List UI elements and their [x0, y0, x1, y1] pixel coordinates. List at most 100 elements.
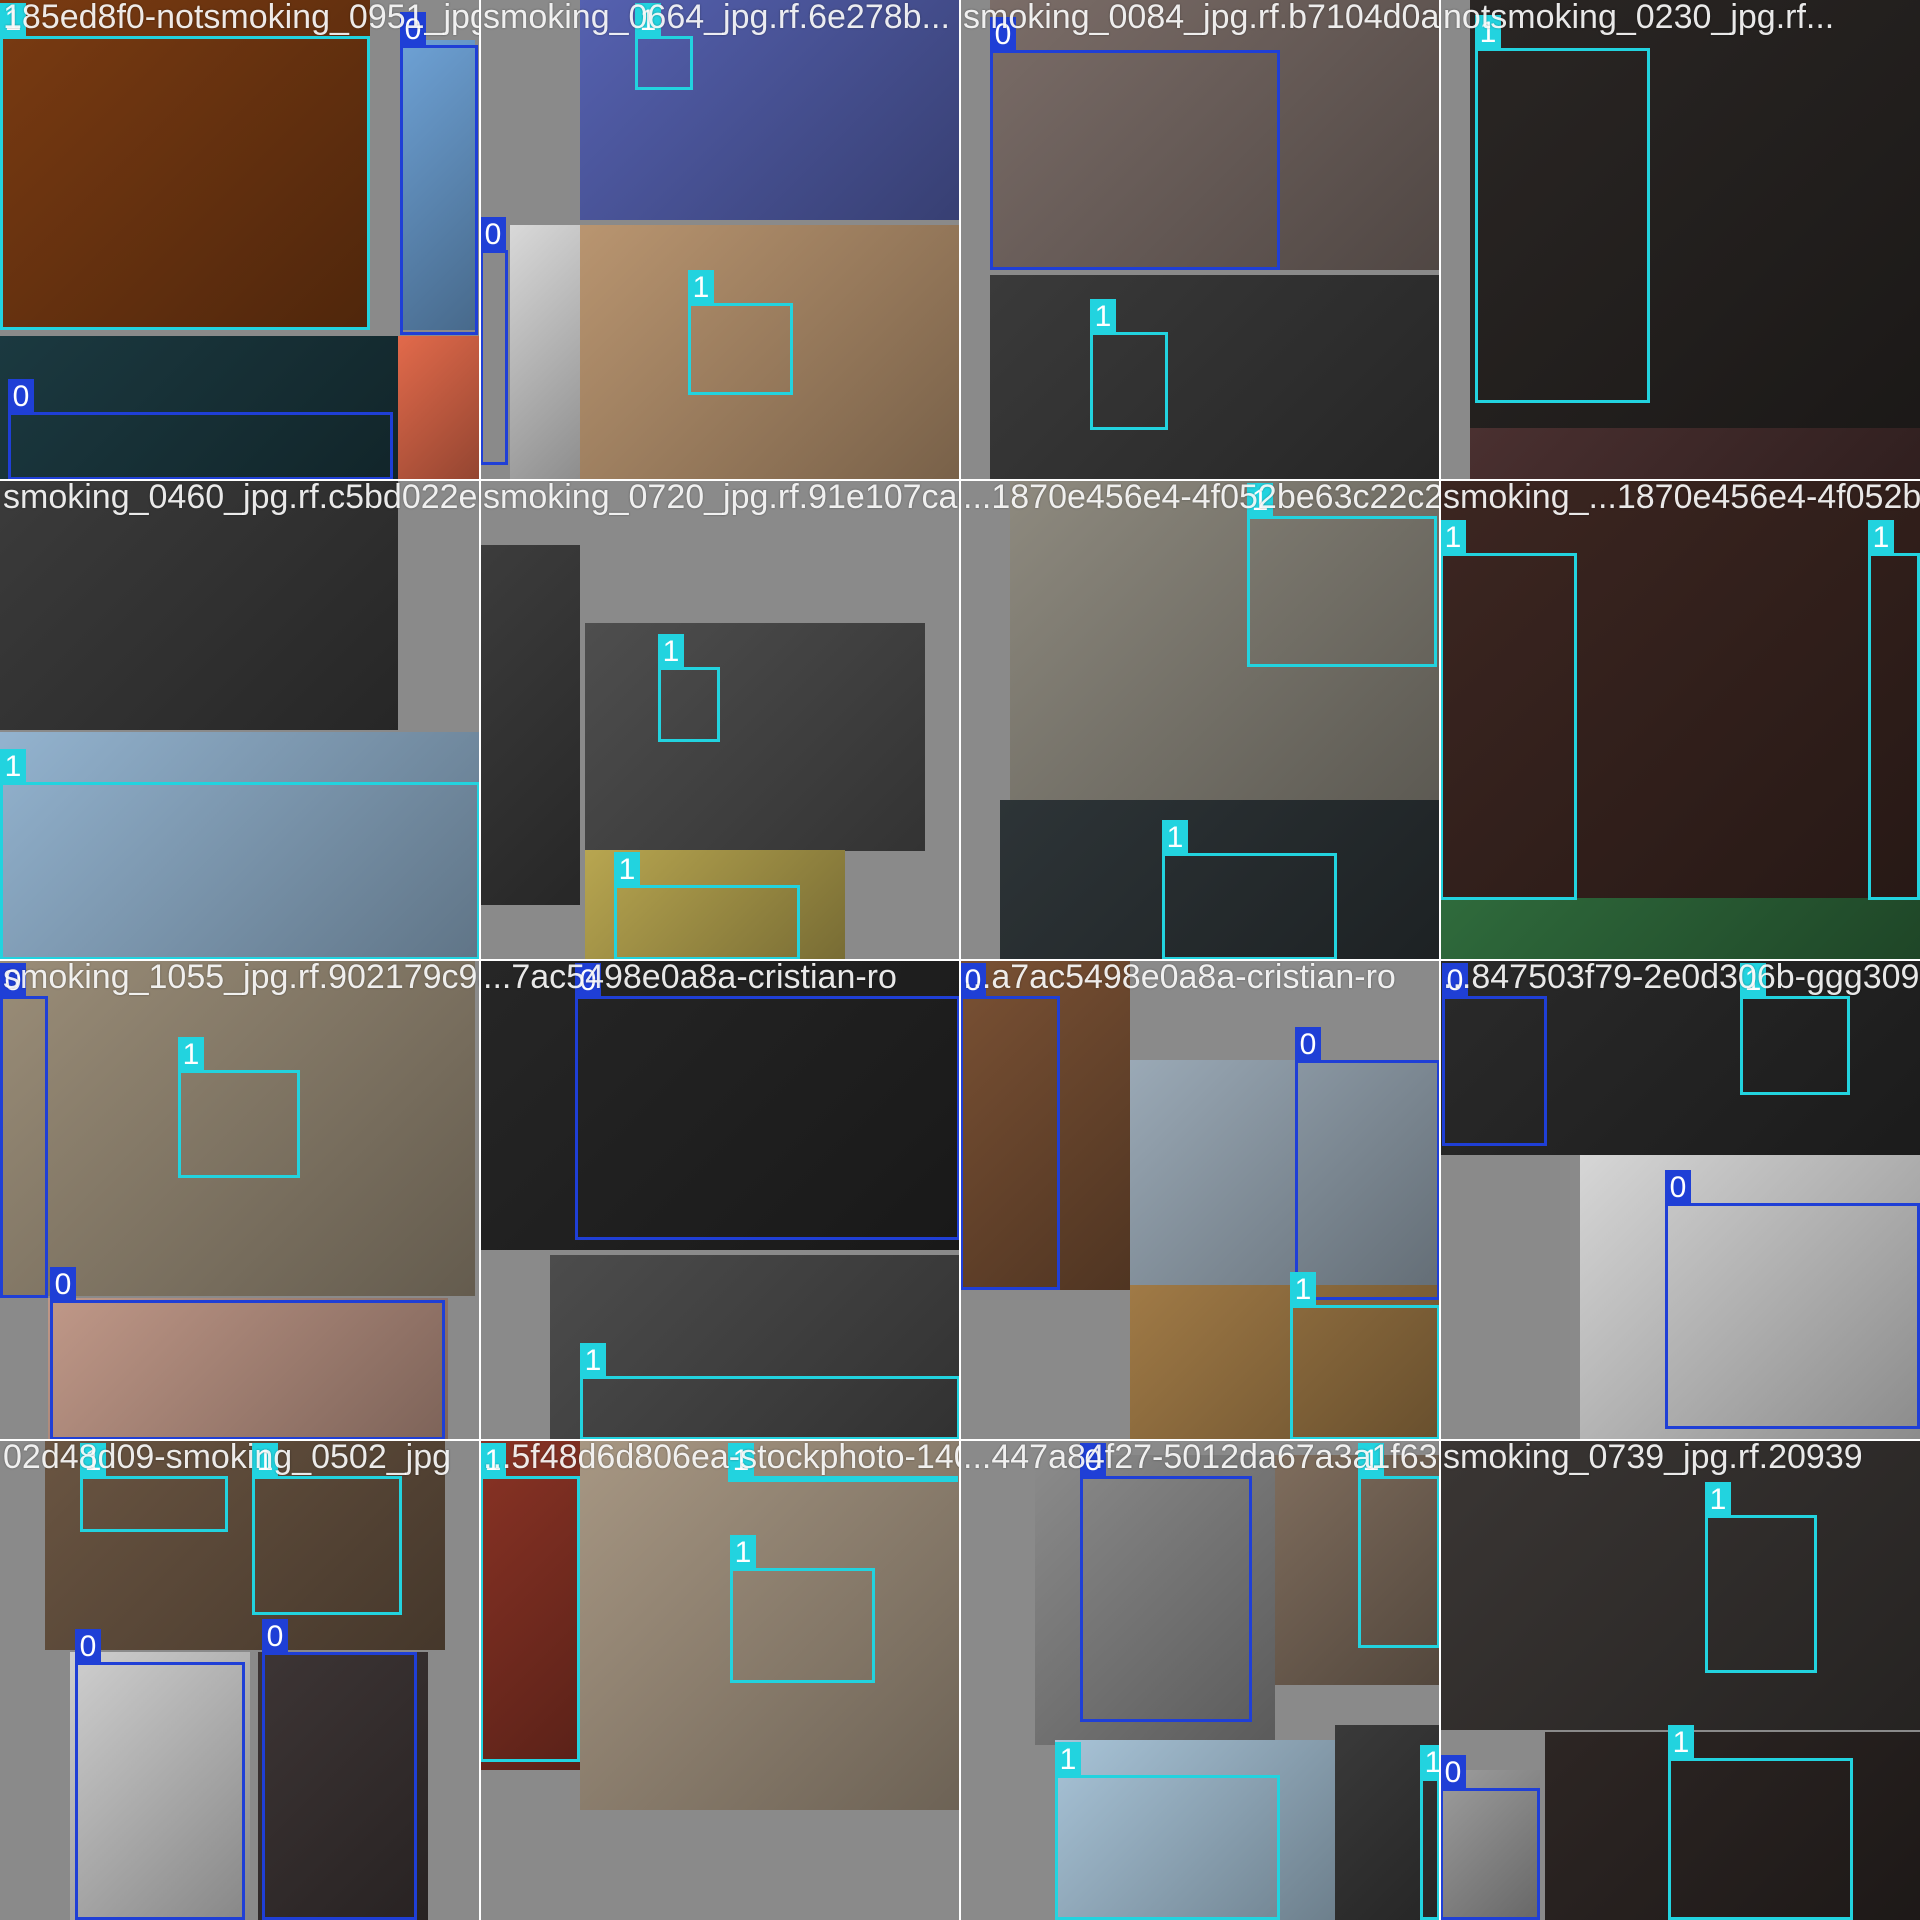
detection-box: 1: [580, 1343, 960, 1440]
detection-box: 0: [1442, 963, 1547, 1146]
mosaic-tile: 1 1 1 ...5f48d6d806ea-stockphoto-14093: [480, 1440, 960, 1920]
mosaic-tile: 1 0 1 smoking_0739_jpg.rf.20939: [1440, 1440, 1920, 1920]
class-tag: 1: [1162, 820, 1188, 856]
class-tag: 1: [480, 1443, 506, 1479]
tile-divider: [0, 959, 1920, 961]
class-tag: 1: [730, 1535, 756, 1571]
class-tag: 1: [1247, 483, 1273, 519]
class-tag: 0: [1295, 1027, 1321, 1063]
detection-box: 0: [1440, 1755, 1540, 1920]
class-tag: 1: [728, 1443, 754, 1479]
tile-divider: [1439, 0, 1441, 1920]
detection-box: 1: [1440, 520, 1577, 900]
class-tag: 1: [614, 852, 640, 888]
mosaic-grid: 100185ed8f0-notsmoking_0951_jpg.rf.6e278…: [0, 0, 1920, 1920]
class-tag: 0: [262, 1619, 288, 1655]
detection-box: 1: [1475, 15, 1650, 403]
class-tag: 1: [0, 749, 26, 785]
detection-box: 1: [1162, 820, 1337, 960]
class-tag: 1: [658, 634, 684, 670]
detection-box: 1: [1868, 520, 1920, 900]
tile-divider: [0, 1439, 1920, 1441]
detection-box: 0: [1295, 1027, 1440, 1300]
mosaic-tile: 0111...447a84f27-5012da67a3a1f63b35351_0…: [960, 1440, 1440, 1920]
mosaic-tile: 1 1 smoking_0720_jpg.rf.91e107ca67b04b5523…: [480, 480, 960, 960]
detection-box: 1: [728, 1443, 958, 1482]
class-tag: 1: [635, 3, 661, 39]
tile-filename: smoking_0720_jpg.rf.91e107ca67b04b5523b7…: [483, 480, 960, 516]
class-tag: 1: [1705, 1482, 1731, 1518]
detection-box: 0: [8, 379, 393, 480]
detection-box: 1: [252, 1443, 402, 1615]
detection-box: 1: [178, 1037, 300, 1178]
class-tag: 0: [1665, 1170, 1691, 1206]
mosaic-tile: 1smoking_0460_jpg.rf.c5bd022e6ded3c75a05…: [0, 480, 480, 960]
class-tag: 1: [1868, 520, 1894, 556]
class-tag: 0: [0, 963, 26, 999]
detection-box: 0: [990, 17, 1280, 270]
class-tag: 1: [688, 270, 714, 306]
class-tag: 1: [0, 3, 26, 39]
detection-box: 1: [1290, 1272, 1440, 1440]
class-tag: 0: [400, 12, 426, 48]
photo-region: [0, 480, 398, 730]
detection-box: 0: [0, 963, 48, 1298]
detection-box: 1: [658, 634, 720, 742]
class-tag: 1: [178, 1037, 204, 1073]
detection-box: 1: [1740, 963, 1850, 1095]
detection-box: 1: [1358, 1443, 1440, 1648]
detection-box: 0: [575, 963, 960, 1240]
detection-box: 0: [50, 1267, 445, 1440]
photo-region: [1440, 1440, 1920, 1730]
class-tag: 0: [1442, 963, 1468, 999]
detection-box: 1: [80, 1443, 228, 1532]
mosaic-tile: 11smoking_...1870e456e4-4f052be63c22c22f: [1440, 480, 1920, 960]
detection-box: 0: [960, 963, 1060, 1290]
detection-box: 0: [400, 12, 478, 335]
detection-box: 1: [635, 3, 693, 90]
photo-region: [585, 623, 925, 851]
class-tag: 1: [1090, 299, 1116, 335]
mosaic-tile: 1 1 0 0 02d48d09-smoking_0502_jpg: [0, 1440, 480, 1920]
detection-box: 0: [1080, 1443, 1252, 1722]
photo-region: [510, 225, 580, 480]
detection-box: 1: [1420, 1745, 1440, 1920]
detection-box: 1: [1055, 1742, 1280, 1920]
detection-box: 1: [1090, 299, 1168, 430]
class-tag: 0: [960, 963, 986, 999]
class-tag: 0: [1080, 1443, 1106, 1479]
mosaic-tile: 0 1 ...7ac5498e0a8a-cristian-ro: [480, 960, 960, 1440]
detection-box: 1: [1247, 483, 1437, 667]
photo-region: [398, 336, 480, 480]
class-tag: 1: [1055, 1742, 1081, 1778]
detection-box: 1: [0, 3, 370, 330]
class-tag: 1: [1440, 520, 1466, 556]
photo-region: [990, 275, 1440, 480]
mosaic-tile: 100185ed8f0-notsmoking_0951_jpg.rf.6e278…: [0, 0, 480, 480]
class-tag: 0: [50, 1267, 76, 1303]
photo-region: [1470, 428, 1920, 480]
mosaic-tile: 1 notsmoking_0230_jpg.rf...: [1440, 0, 1920, 480]
detection-box: 1: [688, 270, 793, 395]
class-tag: 0: [990, 17, 1016, 53]
class-tag: 0: [480, 217, 506, 253]
detection-box: 0: [480, 217, 508, 465]
mosaic-tile: 1 0 1 smoking_0664_jpg.rf.6e278b...: [480, 0, 960, 480]
class-tag: 0: [75, 1629, 101, 1665]
class-tag: 0: [575, 963, 601, 999]
class-tag: 1: [1290, 1272, 1316, 1308]
photo-region: [1440, 898, 1920, 960]
class-tag: 1: [1358, 1443, 1384, 1479]
detection-box: 0: [75, 1629, 245, 1920]
mosaic-tile: 0 1 0 ...847503f79-2e0d306b-ggg309: [1440, 960, 1920, 1440]
class-tag: 1: [1668, 1725, 1694, 1761]
class-tag: 1: [1420, 1745, 1440, 1781]
detection-box: 0: [262, 1619, 417, 1920]
class-tag: 1: [252, 1443, 278, 1479]
class-tag: 1: [1475, 15, 1501, 51]
class-tag: 0: [8, 379, 34, 415]
class-tag: 0: [1440, 1755, 1466, 1791]
detection-box: 1: [1705, 1482, 1817, 1673]
detection-box: 1: [730, 1535, 875, 1683]
detection-box: 1: [0, 749, 480, 960]
